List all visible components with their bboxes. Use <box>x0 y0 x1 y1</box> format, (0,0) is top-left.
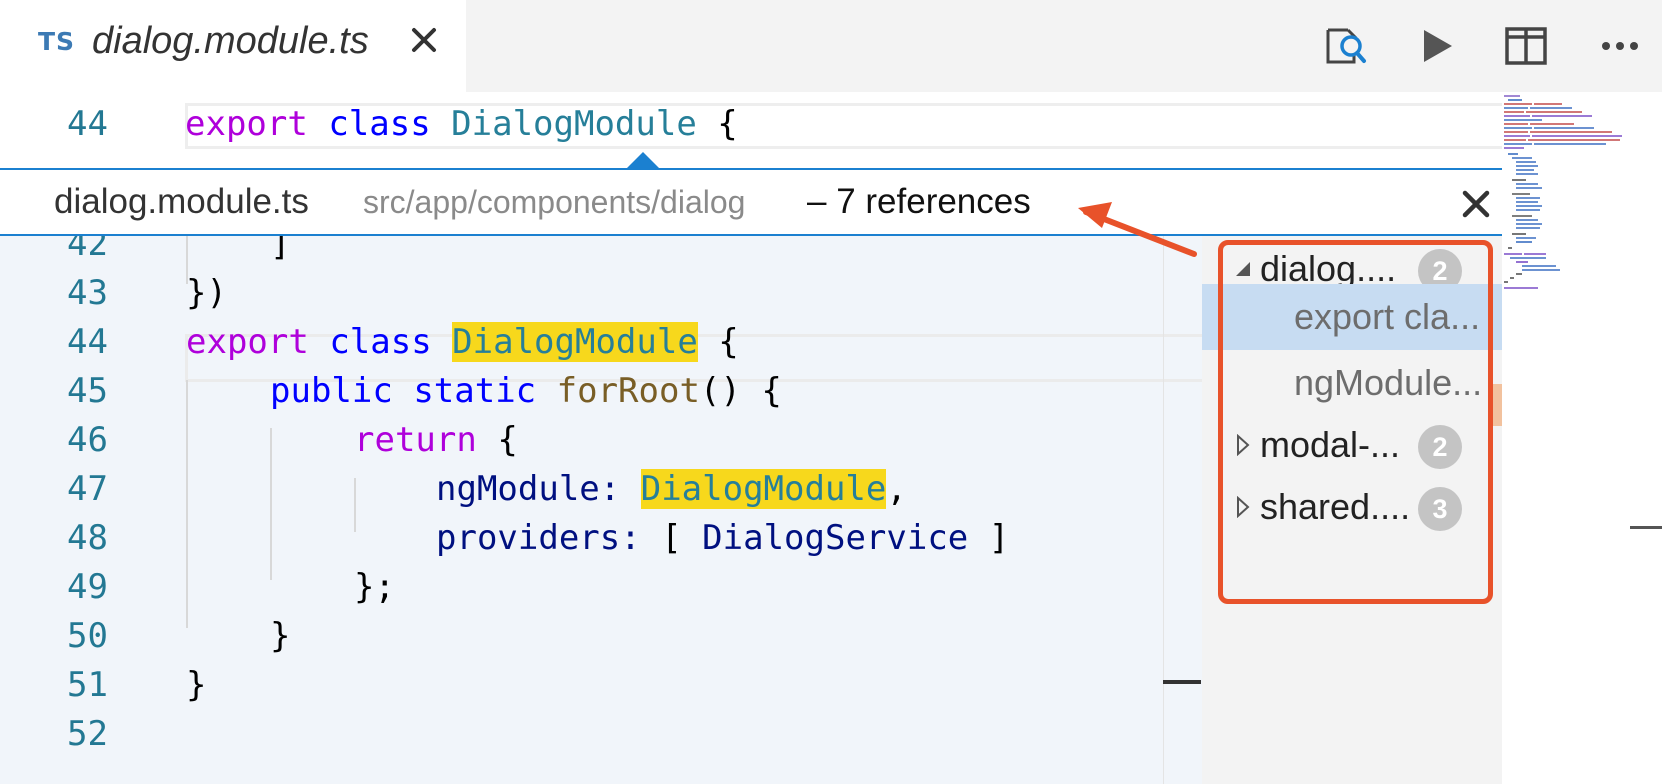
minimap[interactable] <box>1502 92 1662 784</box>
code-line: }) <box>186 273 227 313</box>
punctuation-token: [ <box>661 518 682 558</box>
property-token: ngModule: <box>436 469 621 509</box>
code-line: export class DialogModule { <box>186 322 739 362</box>
class-name-token: DialogModule <box>451 104 697 144</box>
keyword-token: export <box>186 322 309 362</box>
peek-scrollbar-marker <box>1163 680 1201 684</box>
punctuation-token: { <box>761 371 782 411</box>
line-number: 51 <box>67 665 108 705</box>
reference-group-label: shared.... <box>1260 486 1411 527</box>
line-number: 52 <box>67 714 108 754</box>
identifier-token: DialogService <box>702 518 969 558</box>
keyword-token: class <box>329 322 432 362</box>
editor-tab-bar: TS dialog.module.ts <box>0 0 1662 92</box>
punctuation-token: }) <box>186 273 227 313</box>
peek-reference-count: – 7 references <box>807 182 1031 221</box>
line-number: 48 <box>67 518 108 558</box>
search-references-icon[interactable] <box>1322 22 1370 70</box>
more-actions-icon[interactable] <box>1596 22 1644 70</box>
typescript-file-icon: TS <box>38 27 76 56</box>
highlighted-reference: DialogModule <box>640 469 887 509</box>
code-line: } <box>270 616 290 656</box>
highlighted-reference: DialogModule <box>452 322 698 362</box>
tab-close-icon[interactable] <box>406 22 442 58</box>
line-number: 42 <box>67 236 108 264</box>
reference-group-label: modal-... <box>1260 424 1401 465</box>
punctuation-token: }; <box>354 567 395 607</box>
keyword-token: return <box>354 420 477 460</box>
code-line: public static forRoot() { <box>270 371 782 411</box>
punctuation-token: ] <box>270 236 291 264</box>
keyword-token: public <box>270 371 393 411</box>
keyword-token: static <box>413 371 537 411</box>
reference-count-badge: 2 <box>1418 425 1462 469</box>
code-line: }; <box>354 567 395 607</box>
reference-group-shared[interactable]: shared.... 3 <box>1202 474 1502 540</box>
tab-title: dialog.module.ts <box>92 20 369 62</box>
line-number: 44 <box>67 322 108 362</box>
punctuation-token: { <box>717 104 738 144</box>
punctuation-token: , <box>886 469 907 509</box>
indent-guide <box>270 428 272 580</box>
code-line: providers: [ DialogService ] <box>436 518 1009 558</box>
line-number: 43 <box>67 273 108 313</box>
peek-body: 42 43 44 45 46 47 48 49 50 51 52 ] }) ex… <box>0 236 1502 784</box>
code-line: } <box>186 665 206 705</box>
punctuation-token: } <box>270 616 291 656</box>
peek-file-name[interactable]: dialog.module.ts <box>54 182 309 222</box>
function-name-token: forRoot <box>556 371 700 411</box>
punctuation-token: ] <box>988 518 1010 558</box>
code-line: return { <box>354 420 518 460</box>
expanded-triangle-icon <box>1230 256 1256 282</box>
peek-header: dialog.module.ts src/app/components/dial… <box>0 170 1502 236</box>
code-line: export class DialogModule { <box>185 104 738 144</box>
indent-guide <box>186 380 188 628</box>
peek-close-icon[interactable] <box>1456 184 1496 224</box>
code-line: ngModule: DialogModule, <box>436 469 907 509</box>
peek-caret-indicator <box>626 152 660 169</box>
reference-item-label: export cla... <box>1294 296 1481 337</box>
line-number: 49 <box>67 567 108 607</box>
peek-divider <box>1163 236 1164 784</box>
reference-tree: dialog.... 2 export cla... ngModule... m… <box>1202 236 1502 784</box>
minimap-preview <box>1504 95 1622 289</box>
keyword-token: class <box>328 104 431 144</box>
punctuation-token: } <box>186 665 207 705</box>
indent-guide <box>354 478 356 532</box>
reference-item-label: ngModule... <box>1294 362 1483 403</box>
collapsed-triangle-icon <box>1230 432 1256 458</box>
line-number: 46 <box>67 420 108 460</box>
line-number: 50 <box>67 616 108 656</box>
editor-area[interactable]: 44 export class DialogModule { <box>0 92 1505 170</box>
reference-count-badge: 3 <box>1418 487 1462 531</box>
collapsed-triangle-icon <box>1230 494 1256 520</box>
line-number: 47 <box>67 469 108 509</box>
code-line: ] <box>270 236 290 264</box>
peek-file-path: src/app/components/dialog <box>363 184 746 220</box>
property-token: providers: <box>436 518 641 558</box>
line-number: 44 <box>67 104 108 144</box>
reference-item-ngmodule[interactable]: ngModule... <box>1202 350 1502 416</box>
split-editor-icon[interactable] <box>1502 22 1550 70</box>
reference-group-modal[interactable]: modal-... 2 <box>1202 412 1502 478</box>
punctuation-token: () <box>699 371 741 411</box>
line-number: 45 <box>67 371 108 411</box>
reference-item-export-class[interactable]: export cla... <box>1202 284 1502 350</box>
minimap-slider[interactable] <box>1630 526 1662 529</box>
editor-tab-dialog-module[interactable]: TS dialog.module.ts <box>0 0 466 92</box>
run-icon[interactable] <box>1412 22 1460 70</box>
keyword-token: export <box>185 104 308 144</box>
punctuation-token: { <box>497 420 518 460</box>
punctuation-token: { <box>718 322 739 362</box>
